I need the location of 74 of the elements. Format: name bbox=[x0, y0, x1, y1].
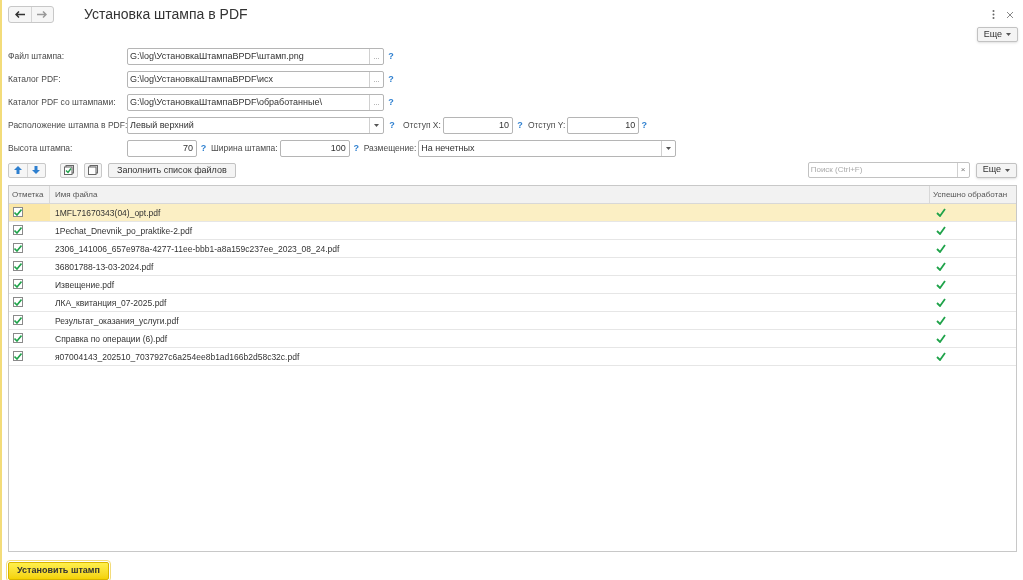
file-name: 2306_141006_657e978a-4277-11ee-bbb1-a8a159c237ee_2023_08_24.pdf bbox=[54, 243, 341, 256]
path-value: G:\log\УстановкаШтампаВPDF\штамп.png bbox=[129, 49, 305, 63]
uncheck-all-icon[interactable] bbox=[84, 162, 102, 178]
dropdown-value: На нечетных bbox=[420, 141, 476, 155]
number-field[interactable]: 100 bbox=[279, 139, 350, 157]
field-label: Отступ X: bbox=[403, 119, 441, 132]
clear-button[interactable]: × bbox=[956, 163, 969, 178]
file-name: 36801788-13-03-2024.pdf bbox=[54, 261, 155, 274]
column-header[interactable]: Отметка bbox=[9, 186, 50, 203]
checkbox[interactable] bbox=[13, 243, 23, 254]
file-name: Результат_оказания_услуги.pdf bbox=[54, 315, 180, 328]
path-value: G:\log\УстановкаШтампаВPDF\исх bbox=[129, 72, 274, 86]
window-title: Установка штампа в PDF bbox=[84, 5, 248, 25]
more-button[interactable]: Еще bbox=[975, 162, 1017, 178]
table-row[interactable]: ЛКА_квитанция_07-2025.pdf bbox=[9, 294, 1016, 312]
checkbox[interactable] bbox=[13, 297, 23, 308]
field-label: Размещение: bbox=[363, 142, 417, 155]
check-all-icon[interactable] bbox=[60, 162, 78, 178]
table-row[interactable]: я07004143_202510_7037927c6a254ee8b1ad166b2d58c32c.pdf bbox=[9, 348, 1016, 366]
help-link[interactable]: ? bbox=[197, 141, 210, 156]
field-label: Каталог PDF: bbox=[8, 73, 62, 86]
help-link[interactable]: ? bbox=[512, 118, 527, 133]
checkbox[interactable] bbox=[13, 225, 23, 236]
search-input[interactable]: Поиск (Ctrl+F) bbox=[808, 163, 957, 178]
column-header[interactable]: Имя файла bbox=[50, 186, 930, 203]
help-link[interactable]: ? bbox=[384, 95, 398, 110]
table-row[interactable]: 36801788-13-03-2024.pdf bbox=[9, 258, 1016, 276]
checkbox[interactable] bbox=[13, 315, 23, 326]
field-label: Расположение штампа в PDF: bbox=[8, 119, 125, 132]
table-row[interactable]: Извещение.pdf bbox=[9, 276, 1016, 294]
caret-icon bbox=[1006, 33, 1011, 37]
table-row[interactable]: Результат_оказания_услуги.pdf bbox=[9, 312, 1016, 330]
search-field[interactable]: Поиск (Ctrl+F) × bbox=[807, 162, 970, 179]
close-icon[interactable] bbox=[1007, 11, 1013, 18]
help-link[interactable]: ? bbox=[384, 49, 398, 64]
number-field[interactable]: 10 bbox=[442, 116, 513, 134]
table-row[interactable]: Справка по операции (6).pdf bbox=[9, 330, 1016, 348]
column-header[interactable]: Успешно обработан bbox=[930, 186, 1016, 203]
field-label: Высота штампа: bbox=[8, 142, 74, 155]
checkbox[interactable] bbox=[13, 333, 23, 344]
table-row[interactable]: 2306_141006_657e978a-4277-11ee-bbb1-a8a159c237ee_2023_08_24.pdf bbox=[9, 240, 1016, 258]
file-name: Справка по операции (6).pdf bbox=[54, 333, 169, 346]
caret-icon bbox=[666, 146, 672, 150]
field-label: Файл штампа: bbox=[8, 50, 66, 63]
number-field[interactable]: 10 bbox=[567, 116, 640, 134]
field-label: Отступ Y: bbox=[527, 119, 566, 132]
file-name: ЛКА_квитанция_07-2025.pdf bbox=[54, 297, 168, 310]
set-stamp-button[interactable]: Установить штамп bbox=[8, 561, 109, 580]
help-link[interactable]: ? bbox=[349, 141, 363, 156]
caret-icon bbox=[374, 123, 379, 127]
help-link[interactable]: ? bbox=[639, 118, 650, 133]
field-label: Ширина штампа: bbox=[211, 142, 278, 155]
checkbox[interactable] bbox=[13, 207, 23, 218]
number-field[interactable]: 70 bbox=[127, 139, 197, 157]
more-button[interactable]: Еще bbox=[976, 27, 1018, 43]
field-label: Каталог PDF со штампами: bbox=[8, 96, 117, 109]
checkbox[interactable] bbox=[13, 279, 23, 290]
file-name: Извещение.pdf bbox=[54, 279, 116, 292]
more-options-icon[interactable] bbox=[992, 10, 995, 20]
checkbox[interactable] bbox=[13, 351, 23, 362]
placement-dropdown[interactable]: На нечетных bbox=[418, 139, 677, 157]
caret-icon bbox=[1005, 168, 1010, 172]
file-name: 1Pechat_Dnevnik_po_praktike-2.pdf bbox=[54, 225, 194, 238]
help-link[interactable]: ? bbox=[384, 72, 398, 87]
file-name: 1MFL71670343(04)_opt.pdf bbox=[54, 207, 162, 220]
fill-file-list-button[interactable]: Заполнить список файлов bbox=[108, 162, 236, 178]
navigation-buttons[interactable] bbox=[8, 6, 54, 24]
table-row[interactable]: 1Pechat_Dnevnik_po_praktike-2.pdf bbox=[9, 222, 1016, 240]
file-name: я07004143_202510_7037927c6a254ee8b1ad166b2d58c32c.pdf bbox=[54, 351, 301, 364]
position-dropdown[interactable]: Левый верхний bbox=[127, 116, 384, 134]
path-value: G:\log\УстановкаШтампаВPDF\обработанные\ bbox=[129, 95, 323, 109]
dropdown-value: Левый верхний bbox=[129, 118, 195, 132]
help-link[interactable]: ? bbox=[384, 118, 400, 133]
checkbox[interactable] bbox=[13, 261, 23, 272]
